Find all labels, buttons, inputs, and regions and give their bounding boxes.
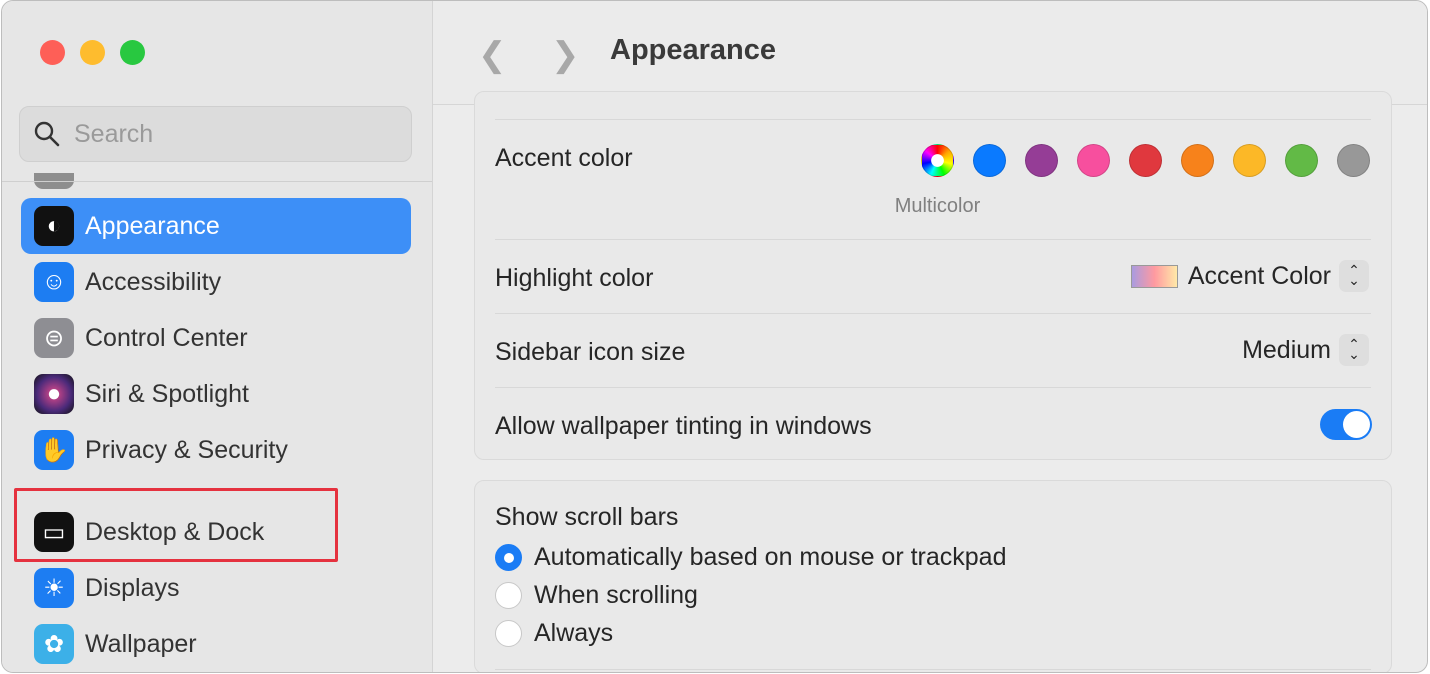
divider [495, 119, 1371, 120]
accent-swatch-2[interactable] [1025, 144, 1058, 177]
accessibility-icon: ☺ [34, 262, 74, 302]
divider [495, 669, 1371, 670]
accent-swatch-3[interactable] [1077, 144, 1110, 177]
sidebar-item-label: Privacy & Security [85, 435, 288, 464]
sidebar-item-accessibility[interactable]: ☺ Accessibility [21, 254, 411, 310]
sidebar-item-label: Control Center [85, 323, 248, 352]
toolbar: ❮ ❯ Appearance [433, 1, 1427, 105]
divider [495, 313, 1371, 314]
search-input[interactable]: Search [19, 106, 412, 162]
sidebar-icon-size-label: Sidebar icon size [495, 338, 686, 366]
sidebar-item-appearance[interactable]: ◐ Appearance [21, 198, 411, 254]
accent-swatch-5[interactable] [1181, 144, 1214, 177]
scroll-bars-option[interactable]: When scrolling [495, 581, 698, 610]
option-label: When scrolling [534, 581, 698, 609]
sidebar-icon-size-popup[interactable]: Medium ⌃ ⌄ [1242, 334, 1369, 366]
annotation-highlight-box [14, 488, 338, 562]
highlight-color-popup[interactable]: Accent Color ⌃ ⌄ [1130, 260, 1369, 292]
accent-swatch-6[interactable] [1233, 144, 1266, 177]
sun-icon: ☀ [34, 568, 74, 608]
scroll-bars-card: Show scroll bars Automatically based on … [474, 480, 1392, 672]
radio-button[interactable] [495, 582, 522, 609]
sidebar: Search ◐ Appearance ☺ Accessibility ⊜ Control… [2, 1, 433, 672]
close-button[interactable] [40, 40, 65, 65]
stepper-icon: ⌃ ⌄ [1339, 334, 1369, 366]
accent-swatch-8[interactable] [1337, 144, 1370, 177]
divider [495, 239, 1371, 240]
minimize-button[interactable] [80, 40, 105, 65]
wallpaper-tinting-label: Allow wallpaper tinting in windows [495, 412, 872, 440]
radio-button[interactable] [495, 544, 522, 571]
search-icon [34, 121, 60, 147]
back-button[interactable]: ❮ [478, 35, 507, 75]
partial-sidebar-item-icon [34, 173, 74, 189]
appearance-icon: ◐ [34, 206, 74, 246]
accent-swatch-4[interactable] [1129, 144, 1162, 177]
stepper-icon: ⌃ ⌄ [1339, 260, 1369, 292]
divider [495, 387, 1371, 388]
accent-swatch-7[interactable] [1285, 144, 1318, 177]
toggle-knob [1343, 411, 1370, 438]
forward-button[interactable]: ❯ [551, 35, 580, 75]
sidebar-item-label: Wallpaper [85, 629, 197, 658]
flower-icon: ✿ [34, 624, 74, 664]
sidebar-item-privacy-security[interactable]: ✋ Privacy & Security [21, 422, 411, 478]
accent-color-name: Multicolor [894, 195, 981, 217]
highlight-color-preview [1130, 264, 1178, 288]
zoom-button[interactable] [120, 40, 145, 65]
sidebar-item-label: Siri & Spotlight [85, 379, 249, 408]
option-label: Always [534, 619, 614, 647]
settings-window: Search ◐ Appearance ☺ Accessibility ⊜ Control… [1, 0, 1428, 673]
search-placeholder: Search [74, 119, 154, 148]
sidebar-item-displays[interactable]: ☀ Displays [21, 560, 411, 616]
scroll-bars-label: Show scroll bars [495, 503, 679, 531]
hand-icon: ✋ [34, 430, 74, 470]
appearance-settings-card: Accent color Multicolor Highlight color … [474, 91, 1392, 460]
scroll-bars-option[interactable]: Always [495, 619, 613, 648]
sidebar-item-label: Appearance [85, 211, 220, 240]
radio-button[interactable] [495, 620, 522, 647]
sidebar-item-siri-spotlight[interactable]: ● Siri & Spotlight [21, 366, 411, 422]
sidebar-item-label: Displays [85, 573, 180, 602]
sidebar-item-control-center[interactable]: ⊜ Control Center [21, 310, 411, 366]
accent-swatch-1[interactable] [973, 144, 1006, 177]
sidebar-item-wallpaper[interactable]: ✿ Wallpaper [21, 616, 411, 672]
highlight-color-value: Accent Color [1187, 261, 1331, 290]
siri-icon: ● [34, 374, 74, 414]
page-title: Appearance [610, 34, 777, 66]
control-center-icon: ⊜ [34, 318, 74, 358]
scroll-bars-option[interactable]: Automatically based on mouse or trackpad [495, 543, 1006, 572]
sidebar-icon-size-value: Medium [1242, 335, 1331, 364]
option-label: Automatically based on mouse or trackpad [534, 543, 1007, 571]
divider [2, 181, 432, 182]
sidebar-item-label: Accessibility [85, 267, 222, 296]
wallpaper-tinting-toggle[interactable] [1320, 409, 1372, 440]
accent-swatch-multicolor[interactable] [921, 144, 954, 177]
